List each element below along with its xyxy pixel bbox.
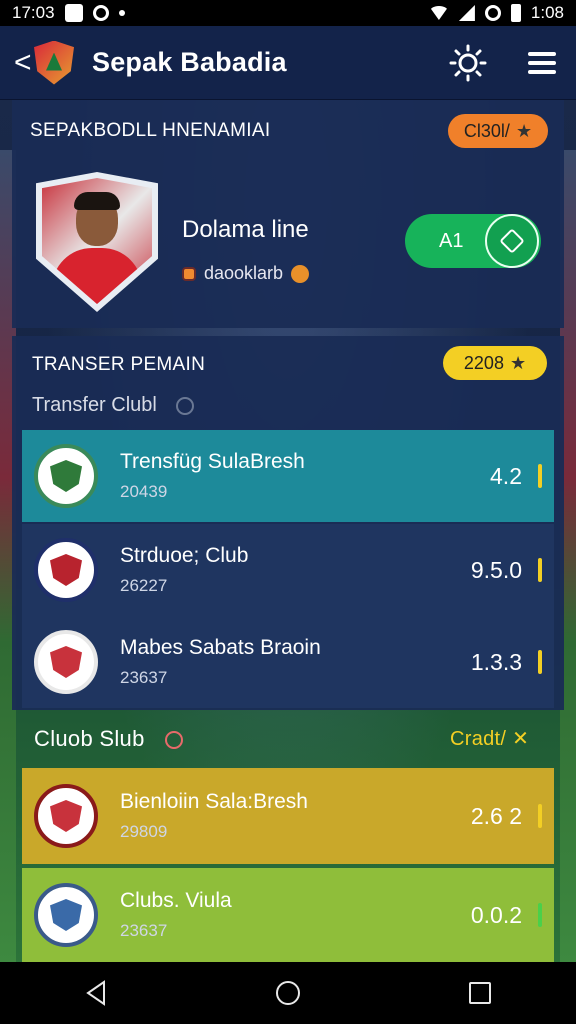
transfer-badge-label: 2208 — [463, 352, 504, 373]
nav-home-button[interactable] — [268, 973, 308, 1013]
club-code: 23637 — [120, 668, 168, 687]
star-icon: ★ — [515, 120, 533, 141]
menu-button[interactable] — [522, 43, 562, 83]
nav-back-button[interactable] — [76, 973, 116, 1013]
app-header: < Sepak Babadia — [0, 26, 576, 100]
club-name: Bienloiin Sala:Bresh — [120, 790, 308, 813]
club-text: Clubs. Viula 23637 — [120, 889, 471, 941]
score-bar — [538, 464, 542, 488]
transfer-section-title: TRANSER PEMAIN — [32, 354, 206, 375]
battery-icon — [510, 4, 521, 22]
shield-check-icon — [499, 228, 525, 254]
club-score: 4.2 — [490, 462, 522, 489]
transfer-sub-text: Transfer Clubl — [32, 394, 157, 416]
club-row[interactable]: Mabes Sabats Braoin 23637 1.3.3 — [22, 616, 554, 708]
app-title: Sepak Babadia — [92, 47, 287, 77]
toggle-label: A1 — [439, 229, 464, 252]
club-badge-icon — [34, 883, 98, 947]
status-clock: 1:08 — [530, 3, 564, 22]
club-score: 9.5.0 — [470, 556, 522, 583]
club-code: 20439 — [120, 482, 168, 501]
club-name: Strduoe; Club — [120, 544, 249, 567]
expand-icon: ✕ — [512, 728, 530, 750]
status-left: 17:03 — [12, 3, 125, 23]
club-code: 26227 — [120, 576, 168, 595]
nav-recent-button[interactable] — [460, 973, 500, 1013]
club-code: 29809 — [120, 822, 168, 841]
club-action[interactable]: Cradt/ ✕ — [450, 726, 529, 751]
player-photo — [42, 178, 152, 304]
club-info-icon[interactable] — [165, 731, 184, 750]
club-row[interactable]: Trensfüg SulaBresh 20439 4.2 — [22, 430, 554, 522]
nav-bar — [0, 962, 576, 1024]
player-meta: daooklarb — [182, 263, 310, 284]
club-score: 1.3.3 — [470, 648, 522, 675]
club-score: 2.6 2 — [470, 802, 522, 829]
club-text: Mabes Sabats Braoin 23637 — [120, 636, 471, 688]
club-text: Strduoe; Club 26227 — [120, 544, 471, 596]
club-name: Clubs. Viula — [120, 889, 232, 912]
club-panel: Cluob Slub Cradt/ ✕ Bienloiin Sala:Bresh… — [12, 712, 564, 962]
signal-icon — [458, 5, 475, 21]
menu-icon — [528, 51, 556, 74]
profile-badge[interactable]: Cl30l/ ★ — [448, 114, 548, 148]
status-right: 1:08 — [428, 3, 564, 23]
theme-button[interactable] — [448, 43, 488, 83]
club-action-label: Cradt/ — [450, 728, 507, 750]
settings-ring-icon — [92, 5, 109, 21]
data-icon — [484, 5, 501, 21]
profile-section-title: SEPAKBODLL HNENAMIAI — [30, 120, 271, 141]
club-row[interactable]: Strduoe; Club 26227 9.5.0 — [22, 524, 554, 616]
club-row[interactable]: Bienloiin Sala:Bresh 29809 2.6 2 — [22, 768, 554, 864]
ball-icon — [291, 264, 310, 283]
club-badge-icon — [34, 538, 98, 602]
club-name: Trensfüg SulaBresh — [120, 450, 305, 473]
score-bar — [538, 804, 542, 828]
club-section-text: Cluob Slub — [34, 726, 145, 751]
toggle-knob — [485, 214, 539, 268]
nav-back-icon — [86, 980, 105, 1006]
transfer-badge[interactable]: 2208 ★ — [443, 346, 547, 380]
status-bar: 17:03 1:08 — [0, 0, 576, 26]
club-badge-icon — [34, 630, 98, 694]
club-text: Trensfüg SulaBresh 20439 — [120, 450, 490, 502]
player-jersey — [52, 248, 142, 304]
score-bar — [538, 650, 542, 674]
player-handle: daooklarb — [204, 263, 284, 283]
dot-icon — [118, 10, 125, 16]
profile-panel: SEPAKBODLL HNENAMIAI Cl30l/ ★ Dolama lin… — [12, 100, 564, 328]
info-icon[interactable] — [176, 396, 195, 415]
club-badge-icon — [34, 444, 98, 508]
player-toggle[interactable]: A1 — [405, 214, 541, 268]
club-code: 23637 — [120, 921, 168, 940]
player-avatar[interactable] — [36, 172, 158, 312]
notification-icon — [64, 4, 83, 22]
player-hair — [74, 192, 120, 210]
wifi-icon — [428, 6, 449, 20]
back-icon: < — [14, 45, 32, 79]
social-icon — [182, 266, 196, 281]
score-bar — [538, 558, 542, 582]
nav-recent-icon — [469, 982, 491, 1004]
sun-icon — [449, 44, 487, 81]
club-text: Bienloiin Sala:Bresh 29809 — [120, 790, 471, 842]
club-score: 0.0.2 — [470, 901, 522, 928]
club-logo — [34, 40, 74, 85]
club-section-title: Cluob Slub — [34, 726, 184, 752]
club-row[interactable]: Clubs. Viula 23637 0.0.2 — [22, 868, 554, 962]
club-badge-icon — [34, 784, 98, 848]
nav-home-icon — [276, 981, 300, 1005]
status-time: 17:03 — [12, 3, 55, 22]
score-bar — [538, 903, 542, 927]
back-button[interactable]: < — [14, 46, 32, 80]
club-name: Mabes Sabats Braoin — [120, 636, 321, 659]
transfer-panel: TRANSER PEMAIN 2208 ★ Transfer Clubl Tre… — [12, 336, 564, 710]
player-name: Dolama line — [182, 216, 309, 243]
profile-badge-label: Cl30l/ — [463, 120, 510, 141]
star-icon: ★ — [509, 352, 527, 373]
transfer-sub-label: Transfer Clubl — [32, 394, 195, 417]
